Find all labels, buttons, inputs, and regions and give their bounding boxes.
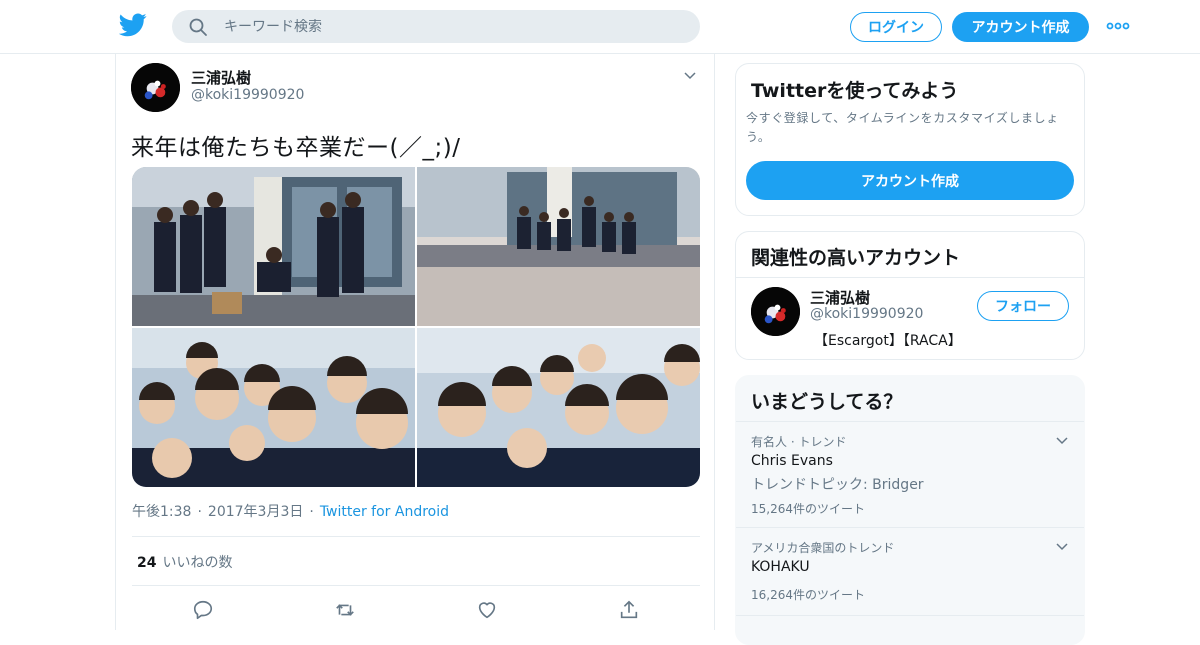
tweet-author-handle[interactable]: @koki19990920	[191, 87, 304, 103]
login-button[interactable]: ログイン	[850, 12, 942, 42]
search-input[interactable]	[224, 18, 664, 35]
signup-card: Twitterを使ってみよう 今すぐ登録して、タイムラインをカスタマイズしましょ…	[735, 63, 1085, 216]
chevron-down-icon[interactable]	[1054, 539, 1070, 555]
caret-down-icon[interactable]	[682, 68, 698, 84]
account-bio: 【Escargot】【RACA】	[814, 333, 962, 349]
divider	[132, 536, 700, 537]
account-handle[interactable]: @koki19990920	[810, 306, 923, 322]
trend-context: 有名人 · トレンド	[751, 435, 847, 449]
create-account-button[interactable]: アカウント作成	[746, 161, 1074, 200]
account-name[interactable]: 三浦弘樹	[810, 287, 870, 308]
like-label: いいねの数	[162, 555, 233, 571]
tweet-panel: 三浦弘樹 @koki19990920 来年は俺たちも卒業だー(／_;)/ 午後1…	[115, 54, 715, 630]
trend-item[interactable]: 有名人 · トレンド Chris Evans トレンドトピック: Bridger…	[736, 421, 1084, 527]
chevron-down-icon[interactable]	[1054, 433, 1070, 449]
top-navigation-bar: ログイン アカウント作成	[0, 0, 1200, 54]
tweet-timestamp: 午後1:38 · 2017年3月3日 · Twitter for Android	[132, 504, 450, 520]
like-icon[interactable]	[476, 599, 498, 621]
share-icon[interactable]	[618, 599, 640, 621]
like-stats[interactable]: 24 いいねの数	[137, 552, 232, 572]
avatar[interactable]	[751, 287, 800, 336]
twitter-bird-icon[interactable]	[118, 13, 147, 39]
tweet-text: 来年は俺たちも卒業だー(／_;)/	[131, 135, 461, 161]
trend-tweet-count: 15,264件のツイート	[751, 502, 865, 516]
signup-card-description: 今すぐ登録して、タイムラインをカスタマイズしましょう。	[746, 111, 1059, 144]
divider	[132, 585, 700, 586]
trend-item[interactable]: アメリカ合衆国のトレンド KOHAKU 16,264件のツイート	[736, 527, 1084, 615]
reply-icon[interactable]	[192, 599, 214, 621]
trend-context: アメリカ合衆国のトレンド	[751, 541, 895, 555]
divider	[736, 277, 1084, 278]
tweet-photo[interactable]	[417, 167, 700, 326]
trends-title: いまどうしてる？	[751, 391, 903, 413]
tweet-media-grid	[132, 167, 700, 487]
tweet-date[interactable]: 2017年3月3日	[208, 504, 303, 520]
follow-button[interactable]: フォロー	[977, 291, 1069, 321]
tweet-source-link[interactable]: Twitter for Android	[320, 504, 449, 520]
related-accounts-card: 関連性の高いアカウント 三浦弘樹 @koki19990920 【Escargot…	[735, 231, 1085, 360]
like-count: 24	[137, 555, 157, 571]
signup-button[interactable]: アカウント作成	[952, 12, 1089, 42]
retweet-icon[interactable]	[334, 599, 356, 621]
avatar[interactable]	[131, 63, 180, 112]
search-icon	[189, 18, 207, 36]
tweet-photo[interactable]	[132, 167, 415, 326]
trend-name: Chris Evans	[751, 453, 833, 469]
tweet-author-name[interactable]: 三浦弘樹	[191, 67, 251, 88]
search-box	[172, 10, 700, 43]
tweet-photo[interactable]	[417, 328, 700, 487]
trends-card: いまどうしてる？ 有名人 · トレンド Chris Evans トレンドトピック…	[735, 375, 1085, 645]
trend-topic: トレンドトピック: Bridger	[751, 477, 924, 493]
trend-name: KOHAKU	[751, 559, 810, 575]
trend-item[interactable]	[736, 615, 1084, 644]
tweet-actions	[116, 599, 716, 623]
related-accounts-title: 関連性の高いアカウント	[751, 247, 961, 269]
more-icon[interactable]	[1106, 18, 1130, 34]
tweet-time[interactable]: 午後1:38	[132, 504, 191, 520]
trend-tweet-count: 16,264件のツイート	[751, 588, 865, 602]
signup-card-title: Twitterを使ってみよう	[751, 80, 959, 102]
tweet-photo[interactable]	[132, 328, 415, 487]
